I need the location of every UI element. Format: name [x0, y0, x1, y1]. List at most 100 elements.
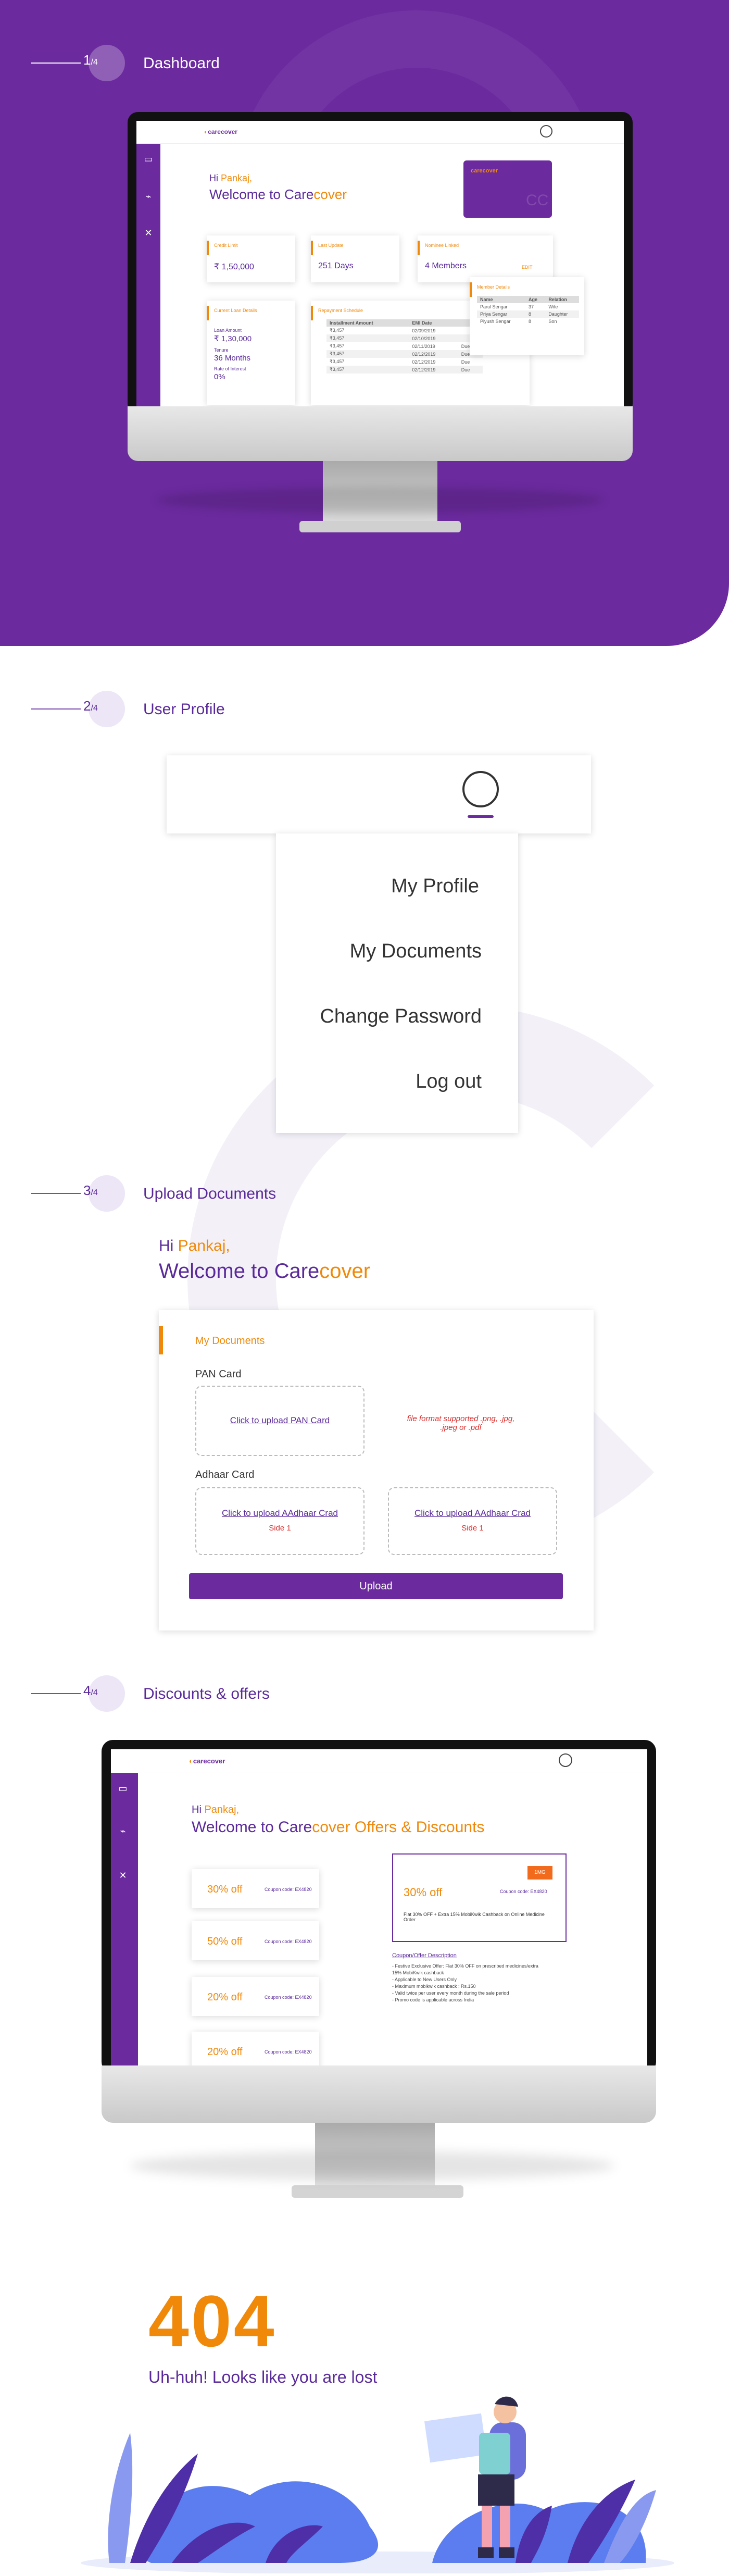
tools-icon[interactable]: ✕ [143, 227, 154, 239]
edit-link[interactable]: EDIT [522, 265, 533, 270]
step-number: 1/4 [83, 52, 98, 68]
pan-upload-link[interactable]: Click to upload PAN Card [196, 1415, 363, 1426]
step-2: 2/4 User Profile [31, 688, 344, 729]
active-indicator [468, 815, 494, 818]
offer-pct: 20% off [207, 1992, 243, 2003]
offer-card[interactable]: 20% off Coupon code: EX4820 [192, 1977, 319, 2016]
pan-label: PAN Card [195, 1368, 242, 1380]
monitor-2-base [292, 2185, 463, 2198]
menu-my-profile[interactable]: My Profile [391, 875, 479, 898]
monitor-shadow [156, 487, 604, 513]
aadhaar-upload-link[interactable]: Click to upload AAdhaar Crad [389, 1508, 556, 1519]
logo[interactable]: ◐carecover [204, 128, 237, 135]
profile-dropdown-menu: My Profile My Documents Change Password … [276, 833, 518, 1133]
format-note: file format supported .png, .jpg, .jpeg … [407, 1414, 515, 1432]
side-label: Side 1 [269, 1524, 291, 1533]
offer-card[interactable]: 20% off Coupon code: EX4820 [192, 2032, 319, 2065]
dashboard-icon[interactable]: ▭ [143, 153, 154, 165]
step-1: 1/4 Dashboard [31, 42, 344, 83]
step-line [31, 1693, 81, 1694]
tile-label: Last Update [318, 243, 344, 248]
greeting: Hi Pankaj, [209, 173, 253, 183]
promo-card[interactable]: carecover CC [463, 160, 552, 218]
promo-logo: carecover [471, 168, 498, 174]
tile-value: 4 Members [425, 262, 467, 270]
offers-icon[interactable]: ⌁ [143, 191, 154, 202]
aadhaar-upload-link[interactable]: Click to upload AAdhaar Crad [196, 1508, 363, 1519]
step-line [31, 1193, 81, 1194]
monitor-base [299, 521, 461, 532]
desc-line: - Promo code is applicable across India [392, 1997, 474, 2002]
topbar: ◐carecover [111, 1749, 647, 1773]
offers-screen: ◐carecover ▭ ⌁ ✕ Hi Pankaj, Welcome to C… [111, 1749, 647, 2065]
last-update-card: Last Update 251 Days [311, 235, 399, 282]
desc-line: - Festive Exclusive Offer: Flat 30% OFF … [392, 1963, 538, 1969]
tile-value: 251 Days [318, 262, 354, 270]
members-label: Member Details [477, 284, 510, 290]
amount-value: ₹ 1,30,000 [214, 334, 252, 343]
user-icon[interactable] [462, 771, 499, 807]
offers-icon[interactable]: ⌁ [117, 1825, 129, 1837]
404-code: 404 [148, 2280, 276, 2362]
user-icon[interactable] [559, 1753, 572, 1767]
menu-change-password[interactable]: Change Password [320, 1005, 482, 1028]
member-details-popup: Member Details Name Age Relation Parul Sen… [470, 277, 584, 355]
loan-card: Current Loan Details Loan Amount ₹ 1,30,… [207, 301, 295, 405]
table-row: Piyush Sengar 8 Son [480, 319, 557, 324]
lost-illustration [78, 2391, 677, 2574]
tools-icon[interactable]: ✕ [117, 1870, 129, 1881]
offer-card[interactable]: 50% off Coupon code: EX4820 [192, 1921, 319, 1960]
tile-label: Nominee Linked [425, 243, 459, 248]
user-icon[interactable] [540, 125, 552, 138]
aadhaar-upload-box-1[interactable]: Click to upload AAdhaar Crad Side 1 [195, 1487, 364, 1555]
monitor-2-shadow [130, 2151, 614, 2180]
offer-code: Coupon code: EX4820 [265, 1995, 312, 2000]
side-label: Side 1 [461, 1524, 484, 1533]
monitor-2-chin [102, 2065, 656, 2123]
col-header: Installment Amount [330, 320, 373, 326]
logo[interactable]: ◐carecover [189, 1757, 225, 1765]
dashboard-screen: ◐carecover ▭ ⌁ ✕ Hi Pankaj, Welcome to C… [136, 121, 624, 406]
table-row: ₹3,457 02/10/2019 [326, 334, 483, 342]
step-title: User Profile [143, 701, 225, 718]
sidebar: ▭ ⌁ ✕ [111, 1773, 138, 2065]
tile-value: ₹ 1,50,000 [214, 263, 254, 271]
offers-title: Welcome to Carecover Offers & Discounts [192, 1819, 485, 1836]
step-number: 4/4 [83, 1683, 98, 1698]
desc-line: - Applicable to New Users Only [392, 1977, 457, 1982]
step-line [31, 63, 81, 64]
topbar: ◐carecover [136, 121, 624, 144]
table-row: ₹3,457 02/12/2019 Due [326, 366, 483, 374]
menu-log-out[interactable]: Log out [416, 1071, 482, 1093]
table-row: Priya Sengar 8 Daughter [477, 310, 579, 318]
featured-offer-card[interactable]: 1MG 30% off Coupon code: EX4820 Flat 30%… [392, 1853, 567, 1942]
section-bar [159, 1326, 163, 1354]
step-title: Dashboard [143, 55, 220, 72]
loan-label: Current Loan Details [214, 308, 257, 313]
pan-upload-box[interactable]: Click to upload PAN Card [195, 1386, 364, 1456]
monitor-chin [128, 406, 633, 461]
offer-code: Coupon code: EX4820 [265, 2049, 312, 2055]
sidebar: ▭ ⌁ ✕ [136, 144, 160, 406]
upload-button[interactable]: Upload [189, 1573, 563, 1599]
offer-description-title: Coupon/Offer Description [392, 1952, 457, 1959]
upload-welcome-title: Welcome to Carecover [159, 1260, 371, 1283]
offer-pct: 20% off [207, 2046, 243, 2058]
repayment-table: Installment Amount EMI Date ₹3,457 02/09/2… [326, 319, 483, 374]
offer-pct: 50% off [207, 1936, 243, 1947]
step-4: 4/4 Discounts & offers [31, 1672, 344, 1714]
dashboard-icon[interactable]: ▭ [117, 1783, 129, 1794]
aadhaar-upload-box-2[interactable]: Click to upload AAdhaar Crad Side 1 [388, 1487, 557, 1555]
promo-decor: CC [526, 192, 549, 209]
404-message: Uh-huh! Looks like you are lost [148, 2368, 378, 2386]
dashboard-section: 1/4 Dashboard ◐carecover ▭ ⌁ ✕ Hi Pankaj… [0, 0, 729, 646]
featured-pct: 30% off [404, 1886, 443, 1899]
credit-limit-card: Credit Limit ₹ 1,50,000 [207, 235, 295, 282]
tenure-value: 36 Months [214, 354, 251, 363]
tile-label: Credit Limit [214, 243, 238, 248]
offer-card[interactable]: 30% off Coupon code: EX4820 [192, 1869, 319, 1908]
menu-my-documents[interactable]: My Documents [350, 940, 482, 963]
step-title: Upload Documents [143, 1185, 276, 1202]
section-title: My Documents [195, 1335, 265, 1347]
table-row: ₹3,457 02/11/2019 Due [330, 343, 470, 349]
